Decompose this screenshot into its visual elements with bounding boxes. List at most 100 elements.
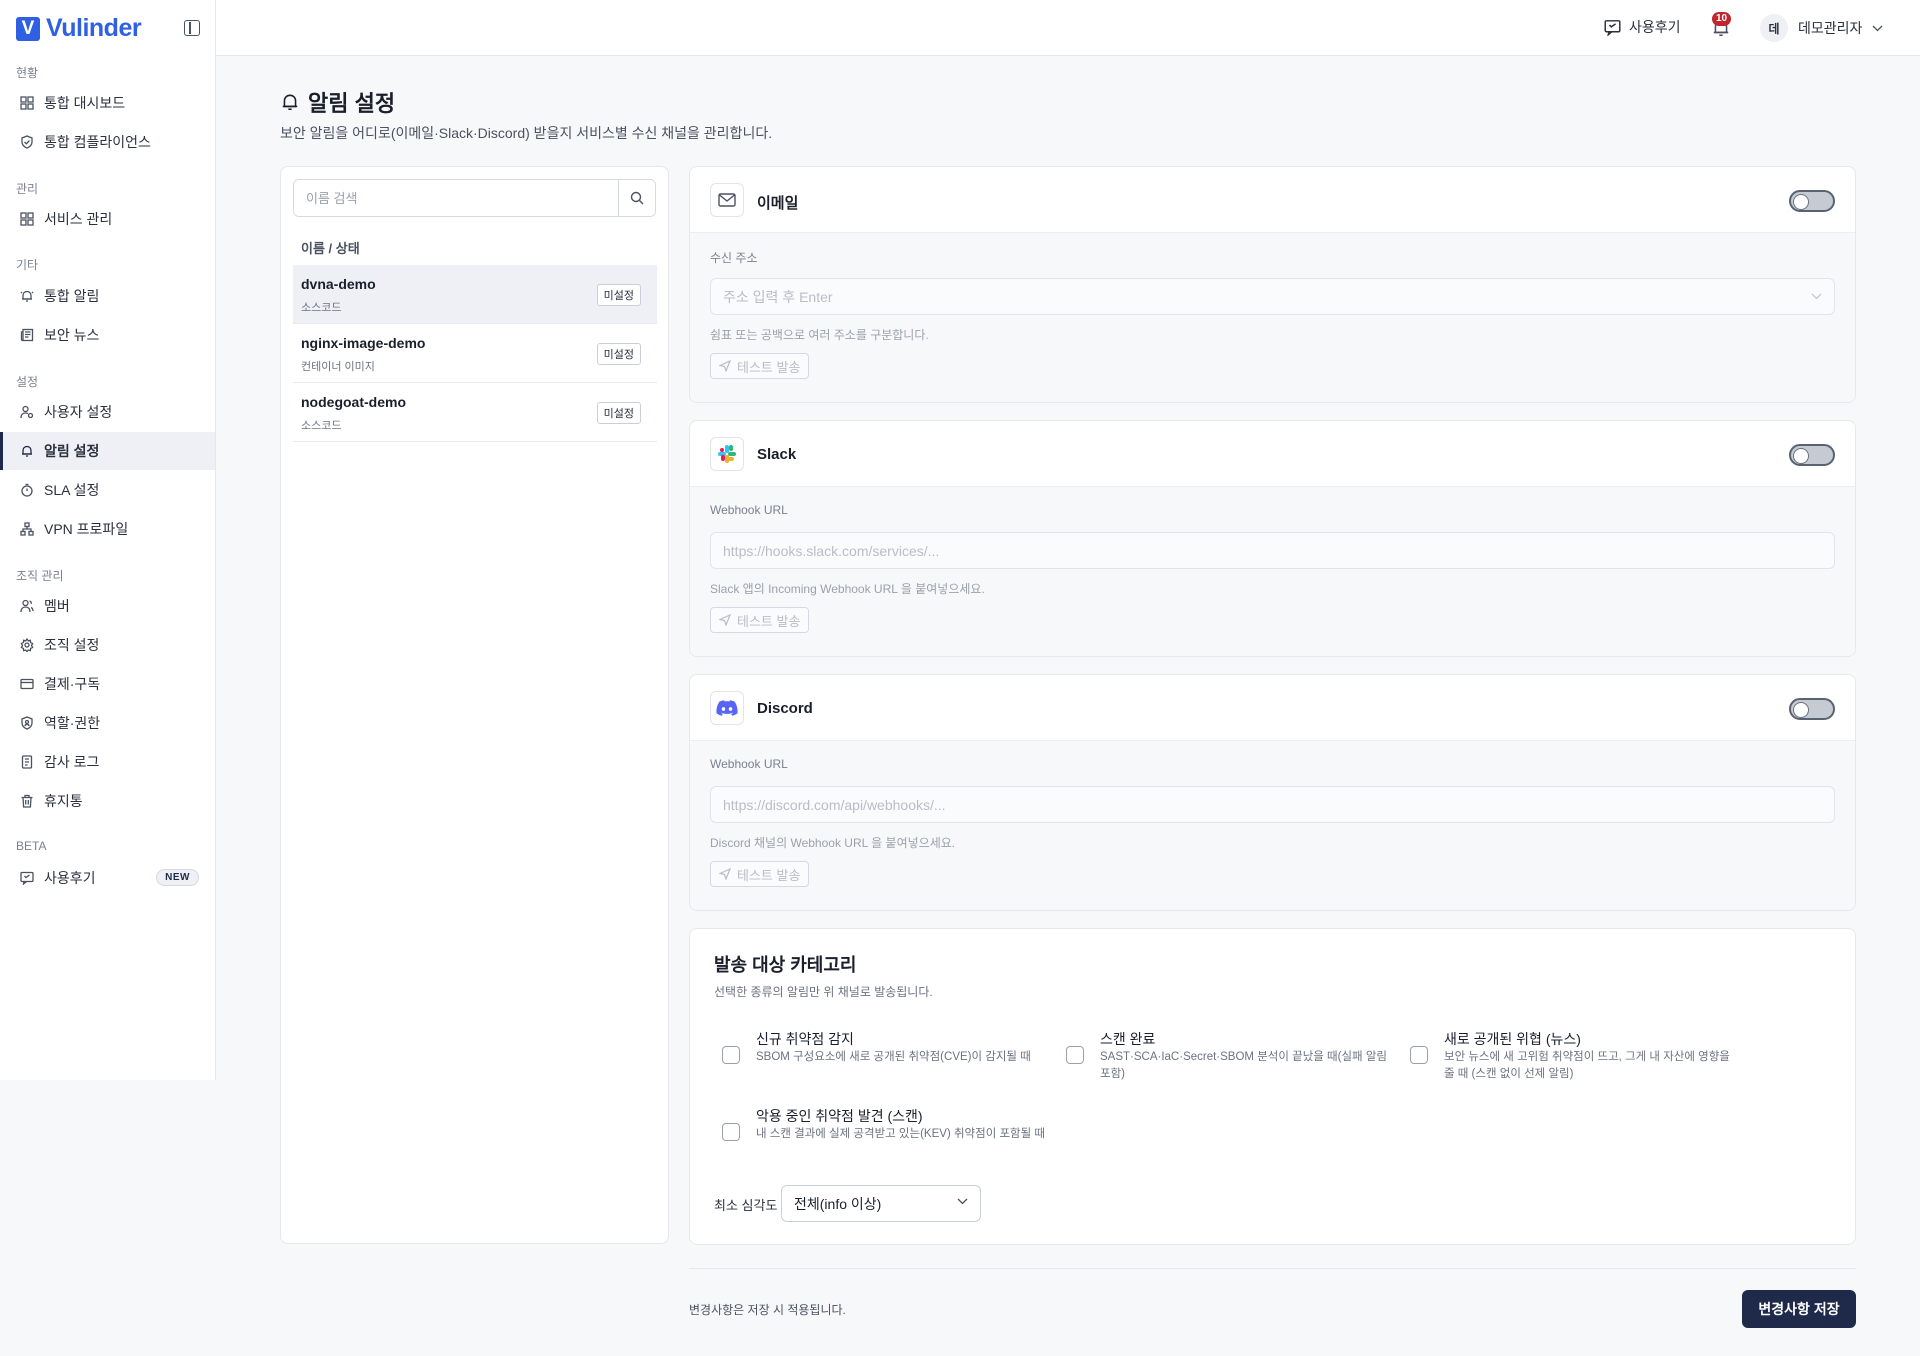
- channel-title: Discord: [757, 700, 813, 717]
- sidebar-item-label: 알림 설정: [44, 443, 100, 459]
- sidebar-item-label: SLA 설정: [44, 482, 100, 498]
- sidebar-item-vpn[interactable]: VPN 프로파일: [0, 510, 215, 548]
- page-title: 알림 설정: [280, 86, 395, 118]
- search-button[interactable]: [618, 180, 655, 216]
- notification-count-badge: 10: [1712, 12, 1732, 26]
- sidebar-collapse-icon[interactable]: [184, 20, 200, 36]
- channel-title: 이메일: [757, 195, 799, 212]
- user-menu[interactable]: 데 데모관리자: [1760, 14, 1883, 42]
- service-type: 소스코드: [301, 420, 342, 432]
- category-name: 스캔 완료: [1100, 1031, 1156, 1047]
- sidebar-item-label: 사용자 설정: [44, 404, 113, 420]
- input-placeholder: https://hooks.slack.com/services/...: [723, 542, 940, 559]
- send-icon: [719, 868, 731, 880]
- gear-icon: [20, 638, 34, 652]
- sidebar: V Vulinder 현황 통합 대시보드 통합 컴플라이언스 관리 서비스 관…: [0, 0, 216, 1080]
- category-title: 발송 대상 카테고리: [714, 955, 857, 975]
- nav-section-manage: 관리: [16, 182, 39, 196]
- logo[interactable]: V Vulinder: [16, 14, 142, 43]
- slack-channel-card: Slack Webhook URL https://hooks.slack.co…: [689, 420, 1856, 657]
- sidebar-item-label: 휴지통: [44, 793, 83, 809]
- checkbox[interactable]: [722, 1046, 740, 1064]
- footer-note: 변경사항은 저장 시 적용됩니다.: [689, 1303, 846, 1317]
- sidebar-item-news[interactable]: 보안 뉴스: [0, 316, 215, 354]
- chevron-down-icon: [1811, 293, 1822, 300]
- sidebar-item-org-settings[interactable]: 조직 설정: [0, 626, 215, 664]
- nav-section-status: 현황: [16, 66, 39, 80]
- sidebar-item-label: 통합 알림: [44, 288, 100, 304]
- sidebar-item-notifications[interactable]: 통합 알림: [0, 277, 215, 315]
- service-name: nodegoat-demo: [301, 394, 406, 410]
- field-hint: Discord 채널의 Webhook URL 을 붙여넣으세요.: [710, 836, 956, 850]
- checkbox[interactable]: [1410, 1046, 1428, 1064]
- mail-icon: [710, 183, 744, 217]
- email-address-input[interactable]: 주소 입력 후 Enter: [710, 278, 1835, 315]
- review-button[interactable]: 사용후기: [1604, 17, 1681, 37]
- sidebar-item-trash[interactable]: 휴지통: [0, 782, 215, 820]
- sidebar-item-billing[interactable]: 결제·구독: [0, 665, 215, 703]
- shield-check-icon: [21, 135, 33, 149]
- list-item[interactable]: nginx-image-demo 컨테이너 이미지 미설정: [293, 324, 657, 383]
- test-send-button[interactable]: 테스트 발송: [710, 607, 810, 633]
- category-name: 새로 공개된 위협 (뉴스): [1444, 1031, 1581, 1047]
- sidebar-item-user-settings[interactable]: 사용자 설정: [0, 393, 215, 431]
- sidebar-item-label: 조직 설정: [44, 637, 100, 653]
- discord-channel-card: Discord Webhook URL https://discord.com/…: [689, 674, 1856, 911]
- sidebar-item-compliance[interactable]: 통합 컴플라이언스: [0, 123, 215, 161]
- discord-webhook-input[interactable]: https://discord.com/api/webhooks/...: [710, 786, 1835, 823]
- sidebar-item-dashboard[interactable]: 통합 대시보드: [0, 84, 215, 122]
- discord-toggle[interactable]: [1789, 698, 1835, 720]
- sidebar-item-alert-settings[interactable]: 알림 설정: [0, 432, 215, 470]
- sidebar-item-members[interactable]: 멤버: [0, 587, 215, 625]
- category-desc: 내 스캔 결과에 실제 공격받고 있는(KEV) 취약점이 포함될 때: [756, 1128, 1045, 1140]
- input-placeholder: https://discord.com/api/webhooks/...: [723, 796, 946, 813]
- network-icon: [20, 522, 34, 536]
- bell-ring-icon: [20, 290, 34, 302]
- new-badge: NEW: [156, 869, 199, 886]
- search-icon: [630, 191, 644, 205]
- list-item[interactable]: nodegoat-demo 소스코드 미설정: [293, 383, 657, 442]
- sidebar-item-label: VPN 프로파일: [44, 521, 129, 537]
- user-name: 데모관리자: [1798, 20, 1863, 36]
- checkbox[interactable]: [722, 1123, 740, 1141]
- sidebar-item-reviews[interactable]: 사용후기 NEW: [0, 859, 215, 897]
- field-label: 수신 주소: [710, 251, 758, 265]
- email-toggle[interactable]: [1789, 190, 1835, 212]
- test-send-label: 테스트 발송: [737, 613, 801, 629]
- slack-toggle[interactable]: [1789, 444, 1835, 466]
- save-button[interactable]: 변경사항 저장: [1742, 1290, 1856, 1328]
- card-header: Discord: [690, 675, 1855, 741]
- category-name: 신규 취약점 감지: [756, 1031, 854, 1047]
- field-hint: 쉼표 또는 공백으로 여러 주소를 구분합니다.: [710, 328, 929, 342]
- search-input[interactable]: [294, 180, 618, 216]
- sidebar-item-sla[interactable]: SLA 설정: [0, 471, 215, 509]
- bell-icon: [282, 94, 298, 110]
- user-gear-icon: [20, 405, 34, 419]
- shield-user-icon: [21, 716, 33, 730]
- test-send-button[interactable]: 테스트 발송: [710, 353, 810, 379]
- sidebar-item-roles[interactable]: 역할·권한: [0, 704, 215, 742]
- test-send-button[interactable]: 테스트 발송: [710, 861, 810, 887]
- sidebar-item-label: 역할·권한: [44, 715, 101, 731]
- send-icon: [719, 614, 731, 626]
- severity-select[interactable]: 전체(info 이상): [781, 1185, 981, 1222]
- discord-icon: [710, 691, 744, 725]
- sidebar-item-audit-log[interactable]: 감사 로그: [0, 743, 215, 781]
- category-desc: 보안 뉴스에 새 고위험 취약점이 뜨고, 그게 내 자산에 영향을 줄 때 (…: [1444, 1051, 1730, 1080]
- field-hint: Slack 앱의 Incoming Webhook URL 을 붙여넣으세요.: [710, 582, 985, 596]
- card-header: Slack: [690, 421, 1855, 487]
- list-item[interactable]: dvna-demo 소스코드 미설정: [293, 265, 657, 324]
- test-send-label: 테스트 발송: [737, 867, 801, 883]
- card-body: 수신 주소 주소 입력 후 Enter 쉼표 또는 공백으로 여러 주소를 구분…: [690, 233, 1855, 402]
- checkbox[interactable]: [1066, 1046, 1084, 1064]
- field-label: Webhook URL: [710, 757, 788, 771]
- service-name: dvna-demo: [301, 276, 376, 292]
- bell-icon: [22, 445, 32, 457]
- slack-webhook-input[interactable]: https://hooks.slack.com/services/...: [710, 532, 1835, 569]
- severity-value: 전체(info 이상): [794, 1195, 882, 1212]
- sidebar-item-services[interactable]: 서비스 관리: [0, 200, 215, 238]
- status-badge: 미설정: [596, 402, 641, 424]
- category-name: 악용 중인 취약점 발견 (스캔): [756, 1108, 923, 1124]
- status-badge: 미설정: [596, 343, 641, 365]
- page-subtitle: 보안 알림을 어디로(이메일·Slack·Discord) 받을지 서비스별 수…: [280, 125, 773, 141]
